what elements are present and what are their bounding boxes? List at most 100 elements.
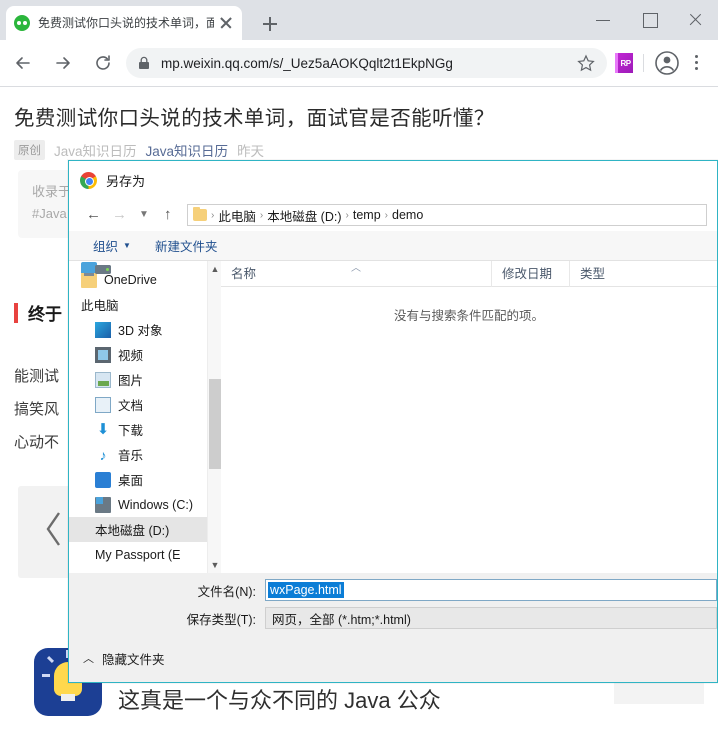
breadcrumb-separator: ›: [259, 209, 264, 221]
column-header-date[interactable]: 修改日期: [491, 260, 569, 287]
tree-item-7[interactable]: ♪ 音乐: [69, 442, 221, 467]
filetype-value: 网页，全部 (*.htm;*.html): [272, 612, 411, 627]
extension-icon[interactable]: RP: [615, 53, 633, 73]
forward-button[interactable]: [46, 46, 80, 80]
column-header-type[interactable]: 类型: [569, 260, 717, 287]
original-badge: 原创: [14, 140, 45, 160]
breadcrumb-segment[interactable]: 本地磁盘 (D:): [267, 206, 341, 225]
tree-scrollbar[interactable]: ▲ ▼: [207, 261, 221, 573]
dialog-back-button[interactable]: ←: [79, 202, 105, 228]
collection-card-line1: 收录于: [32, 184, 72, 199]
column-header-name-label: 名称: [231, 266, 257, 281]
close-window-button[interactable]: [672, 0, 718, 40]
tree-item-8[interactable]: 桌面: [69, 467, 221, 492]
collection-card-line2: #Java: [32, 206, 67, 221]
save-as-dialog: 另存为 ← → ▼ ↑ › 此电脑 › 本地磁盘 (D:) › temp › d…: [68, 160, 718, 683]
maximize-button[interactable]: [626, 0, 672, 40]
window-controls: [580, 0, 718, 40]
breadcrumb-segment[interactable]: demo: [392, 208, 423, 222]
dialog-recent-locations-button[interactable]: ▼: [131, 202, 157, 228]
column-headers: 名称 ︿ 修改日期 类型: [221, 260, 717, 287]
wechat-icon: [14, 15, 30, 31]
dialog-title: 另存为: [106, 173, 146, 189]
hide-folders-button[interactable]: 隐藏文件夹: [102, 649, 165, 668]
tree-item-9[interactable]: Windows (C:): [69, 492, 221, 517]
tree-item-10[interactable]: 本地磁盘 (D:): [69, 265, 221, 542]
screen: 免费测试你口头说的技术单词，面试官是否能听懂？ 原创 Java知识日历 Java…: [0, 0, 718, 729]
back-button[interactable]: [6, 46, 40, 80]
scroll-up-button[interactable]: ▲: [208, 261, 221, 277]
promo-line2: 这真是一个与众不同的 Java 公众: [118, 688, 441, 713]
new-tab-button[interactable]: [256, 10, 284, 38]
tree-item-label: 此电脑: [81, 299, 119, 313]
new-folder-button[interactable]: 新建文件夹: [155, 236, 218, 255]
tree-item-3[interactable]: 视频: [69, 342, 221, 367]
tree-item-label: 视频: [118, 349, 144, 363]
dialog-up-button[interactable]: ↑: [157, 202, 183, 228]
browser-tab[interactable]: 免费测试你口头说的技术单词，面: [6, 6, 242, 40]
column-header-name[interactable]: 名称 ︿: [221, 261, 491, 287]
author-name: Java知识日历: [54, 144, 137, 159]
breadcrumb[interactable]: › 此电脑 › 本地磁盘 (D:) › temp › demo: [187, 204, 707, 226]
dialog-forward-button: →: [112, 206, 127, 223]
publish-date: 昨天: [237, 144, 265, 159]
tree-item-2[interactable]: 3D 对象: [69, 317, 221, 342]
organize-label: 组织: [93, 240, 119, 254]
address-bar[interactable]: mp.weixin.qq.com/s/_Uez5aAOKQqlt2t1EkpNG…: [126, 48, 607, 78]
tree-item-1[interactable]: 此电脑: [69, 262, 221, 317]
dialog-fields: 文件名(N): wxPage.html 保存类型(T): 网页，全部 (*.ht…: [69, 573, 717, 635]
chevron-down-icon: ▼: [123, 241, 131, 250]
browser-menu-icon[interactable]: [684, 50, 710, 76]
page-title: 免费测试你口头说的技术单词，面试官是否能听懂？: [14, 107, 495, 130]
dialog-body: OneDrive 此电脑 3D 对象 视频 图片 文档 ⬇ 下载 ♪ 音乐 桌面 Windows (C…: [69, 260, 717, 573]
scrollbar-thumb[interactable]: [209, 379, 221, 469]
windows-drive-icon: [95, 496, 111, 513]
videos-icon: [95, 346, 111, 363]
filetype-select[interactable]: 网页，全部 (*.htm;*.html): [265, 607, 717, 629]
pictures-icon: [95, 371, 111, 388]
account-name[interactable]: Java知识日历: [146, 140, 229, 160]
external-drive-icon: [95, 265, 111, 274]
tree-item-11[interactable]: My Passport (E: [69, 265, 221, 567]
tree-item-4[interactable]: 图片: [69, 367, 221, 392]
reload-button[interactable]: [86, 46, 120, 80]
new-folder-label: 新建文件夹: [154, 240, 218, 254]
breadcrumb-segment[interactable]: 此电脑: [218, 206, 256, 225]
section-accent-bar: [14, 302, 18, 323]
tab-close-icon[interactable]: [218, 15, 234, 31]
filename-value: wxPage.html: [268, 582, 344, 598]
breadcrumb-segment[interactable]: temp: [353, 208, 381, 222]
tree-item-label: 本地磁盘 (D:): [95, 524, 170, 538]
profile-avatar-icon[interactable]: [654, 50, 680, 76]
article-meta: 原创 Java知识日历 Java知识日历 昨天: [14, 140, 264, 160]
organize-button[interactable]: 组织 ▼: [93, 236, 131, 255]
toolbar-divider: [643, 54, 644, 72]
filetype-label: 保存类型(T):: [186, 612, 256, 627]
breadcrumb-separator: ›: [384, 209, 388, 221]
tree-item-6[interactable]: ⬇ 下载: [69, 417, 221, 442]
filename-input[interactable]: wxPage.html: [265, 579, 717, 601]
tree-item-label: 图片: [118, 374, 144, 388]
breadcrumb-separator: ›: [345, 209, 349, 221]
lock-icon: [138, 56, 150, 70]
chevron-up-icon[interactable]: ︿: [83, 650, 94, 666]
filetype-row: 保存类型(T): 网页，全部 (*.htm;*.html): [69, 607, 717, 629]
documents-icon: [95, 396, 111, 413]
chevron-left-icon[interactable]: [44, 508, 64, 550]
scroll-down-button[interactable]: ▼: [208, 557, 221, 573]
minimize-button[interactable]: [580, 0, 626, 40]
body-line: 心动不: [14, 434, 60, 451]
body-line: 搞笑风: [14, 401, 60, 418]
dialog-titlebar: 另存为: [69, 161, 717, 199]
section-heading: 终于: [14, 300, 62, 325]
column-header-date-label: 修改日期: [502, 266, 553, 281]
tree-item-label: 桌面: [118, 474, 144, 488]
navigation-tree: OneDrive 此电脑 3D 对象 视频 图片 文档 ⬇ 下载 ♪ 音乐 桌面 Windows (C…: [69, 261, 221, 573]
tree-item-label: 3D 对象: [118, 324, 163, 338]
star-icon[interactable]: [577, 54, 595, 72]
desktop-icon: [95, 471, 111, 488]
folder-icon: [193, 207, 207, 221]
tab-title: 免费测试你口头说的技术单词，面: [38, 16, 214, 30]
url-text[interactable]: mp.weixin.qq.com/s/_Uez5aAOKQqlt2t1EkpNG…: [161, 56, 569, 71]
tree-item-5[interactable]: 文档: [69, 392, 221, 417]
